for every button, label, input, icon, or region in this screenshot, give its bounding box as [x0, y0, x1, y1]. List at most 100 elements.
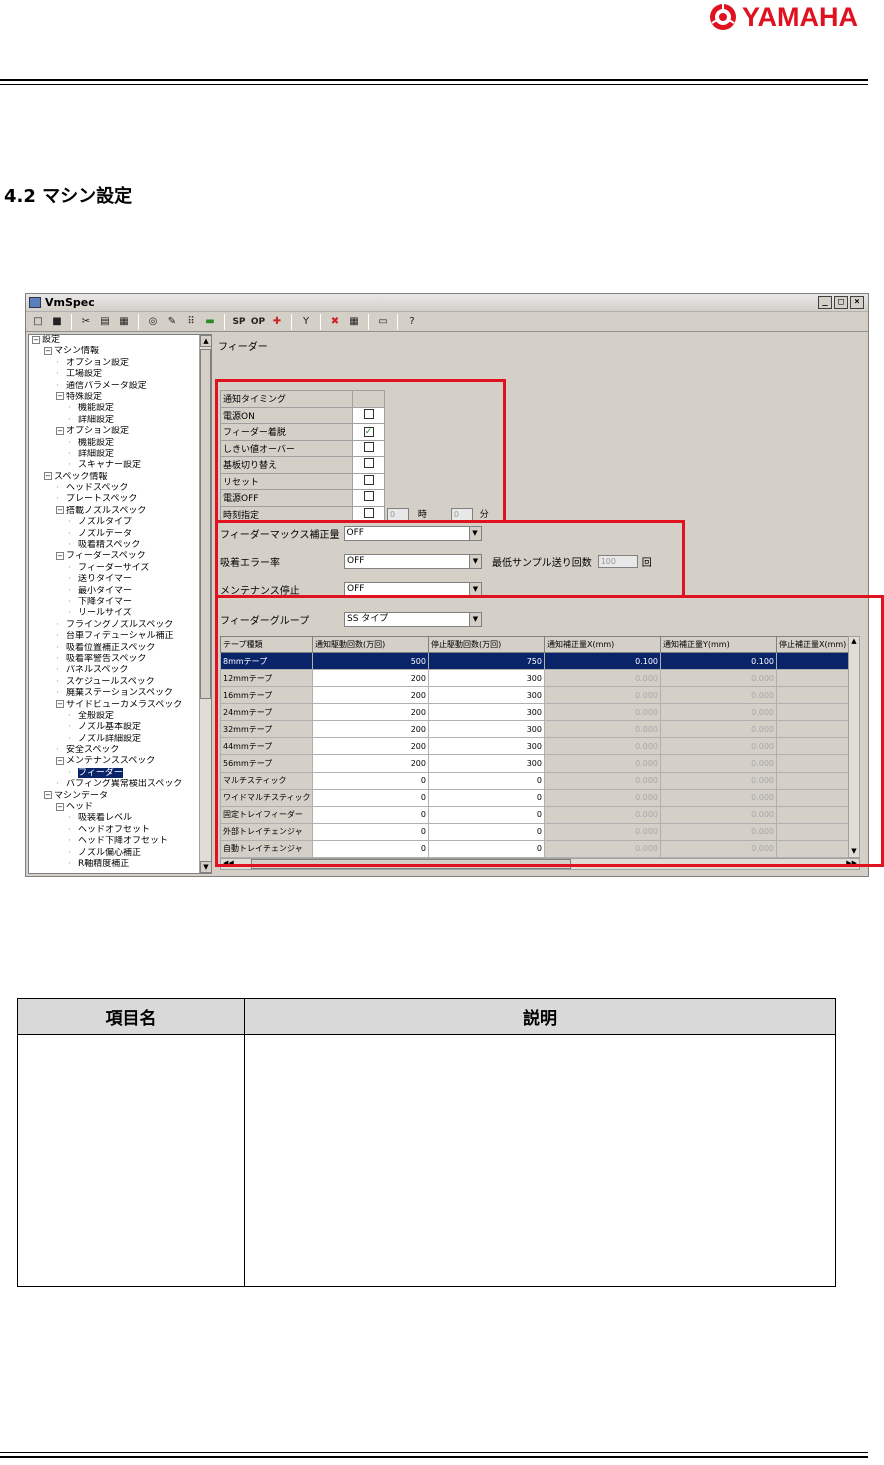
collapse-icon[interactable]: − [44, 791, 52, 800]
save-icon[interactable]: ■ [49, 314, 65, 330]
tree-item-label: フィーダースペック [66, 551, 146, 562]
settings-tree: − 設定 − マシン情報 · オプション設定 · 工場設定 · 通信パラメータ設定 − 特殊設定 · 機能… [28, 334, 212, 874]
tree-item[interactable]: · 工場設定 [29, 369, 211, 380]
collapse-icon[interactable]: − [56, 392, 64, 401]
tree-item[interactable]: · 機能設定 [29, 403, 211, 414]
tree-item[interactable]: − オプション設定 [29, 426, 211, 437]
target-icon[interactable]: ◎ [145, 314, 161, 330]
tree-item[interactable]: · フライングノズルスペック [29, 620, 211, 631]
close-button[interactable]: × [850, 296, 864, 309]
collapse-icon[interactable]: − [56, 506, 64, 515]
tree-scrollbar[interactable]: ▲ ▼ [199, 335, 211, 873]
tree-item[interactable]: · 台車フィデューシャル補正 [29, 631, 211, 642]
tree-item[interactable]: − 搭載ノズルスペック [29, 506, 211, 517]
collapse-icon[interactable]: − [56, 426, 64, 435]
tree-item[interactable]: · オプション設定 [29, 358, 211, 369]
tree-item-label: 詳細設定 [78, 414, 115, 425]
tree-item[interactable]: · 廃棄ステーションスペック [29, 688, 211, 699]
tree-item[interactable]: · スケジュールスペック [29, 677, 211, 688]
tree-item[interactable]: · ノズルデータ [29, 529, 211, 540]
settings-highlight [215, 520, 685, 598]
scroll-up-icon[interactable]: ▲ [200, 335, 211, 347]
tree-item[interactable]: · 詳細設定 [29, 415, 211, 426]
cut-icon[interactable]: ✂ [78, 314, 94, 330]
tree-item-label: ヘッド [66, 802, 94, 813]
paste-icon[interactable]: ▦ [116, 314, 132, 330]
tree-item[interactable]: · 吸着精スペック [29, 540, 211, 551]
tree-item-label: サイドビューカメラスペック [66, 699, 183, 710]
grid-icon[interactable]: ▦ [346, 314, 362, 330]
tree-item[interactable]: − メンテナンススペック [29, 756, 211, 767]
tree-item[interactable]: · パネルスペック [29, 665, 211, 676]
tree-item-label: スケジュールスペック [66, 676, 155, 687]
tree-item-label: 搭載ノズルスペック [66, 505, 147, 516]
tree-item[interactable]: · 安全スペック [29, 745, 211, 756]
tree-item[interactable]: · プレートスペック [29, 494, 211, 505]
tree-item-label: オプション設定 [66, 357, 130, 368]
collapse-icon[interactable]: − [56, 551, 64, 560]
collapse-icon[interactable]: − [56, 802, 64, 811]
scroll-down-icon[interactable]: ▼ [200, 861, 211, 873]
tree-item[interactable]: − 特殊設定 [29, 392, 211, 403]
item-name-cell [17, 1034, 245, 1287]
collapse-icon[interactable]: − [56, 700, 64, 708]
tree-item[interactable]: · 吸装着レベル [29, 813, 211, 824]
minimize-button[interactable]: _ [818, 296, 832, 309]
tree-item[interactable]: · ノズル詳細設定 [29, 734, 211, 745]
add-icon[interactable]: ✚ [269, 314, 285, 330]
tree-item[interactable]: · ヘッド下降オフセット [29, 836, 211, 847]
tree-item[interactable]: · リールサイズ [29, 608, 211, 619]
scroll-thumb[interactable] [200, 349, 211, 699]
tree-item[interactable]: · 通信パラメータ設定 [29, 381, 211, 392]
tree-item[interactable]: − スペック情報 [29, 472, 211, 483]
tree-item-label: 吸装着レベル [78, 813, 133, 824]
tree-item[interactable]: · 機能設定 [29, 438, 211, 449]
tree-item[interactable]: · フィーダー [29, 767, 211, 779]
frame-icon[interactable]: ▭ [375, 314, 391, 330]
toolbar: □ ■ ✂ ▤ ▦ ◎ ✎ ⠿ ▬ SP OP ✚ Y ✖ ▦ ▭ ? [26, 312, 868, 332]
tree-item[interactable]: · ノズル基本設定 [29, 722, 211, 733]
delete-icon[interactable]: ✖ [327, 314, 343, 330]
tree-item[interactable]: · 送りタイマー [29, 574, 211, 585]
tree-item[interactable]: − ヘッド [29, 802, 211, 813]
maximize-button[interactable]: □ [834, 296, 848, 309]
tree-item[interactable]: · 最小タイマー [29, 586, 211, 597]
tree-item[interactable]: · ヘッドスペック [29, 483, 211, 494]
tree-item[interactable]: · 吸着率警告スペック [29, 654, 211, 665]
tree-item-label: マシン情報 [54, 346, 100, 357]
collapse-icon[interactable]: − [32, 335, 40, 344]
brand-name: YAMAHA [742, 1, 859, 32]
collapse-icon[interactable]: − [44, 472, 52, 481]
tree-item[interactable]: · フィーダーサイズ [29, 563, 211, 574]
collapse-icon[interactable]: − [56, 756, 64, 765]
filter-icon[interactable]: Y [298, 314, 314, 330]
dots-icon[interactable]: ⠿ [183, 314, 199, 330]
description-header: 説明 [244, 998, 836, 1035]
grid-highlight [215, 595, 884, 867]
tree-item-label: 下降タイマー [78, 596, 133, 607]
help-icon[interactable]: ? [404, 314, 420, 330]
board-icon[interactable]: ▬ [202, 314, 218, 330]
tree-item[interactable]: · R軸精度補正 [29, 859, 211, 870]
tree-item[interactable]: · 吸着位置補正スペック [29, 643, 211, 654]
tree-item[interactable]: − サイドビューカメラスペック [29, 700, 211, 711]
tree-item[interactable]: · スキャナー設定 [29, 460, 211, 471]
tree-item[interactable]: − マシンデータ [29, 791, 211, 802]
tree-item[interactable]: · バフィング異常検出スペック [29, 779, 211, 790]
edit-icon[interactable]: ✎ [164, 314, 180, 330]
tree-item[interactable]: · 詳細設定 [29, 449, 211, 460]
tree-item[interactable]: · ノズル偏心補正 [29, 848, 211, 859]
tree-item-label: ヘッドスペック [66, 483, 129, 494]
tree-item[interactable]: · ノズルタイプ [29, 517, 211, 528]
copy-icon[interactable]: ▤ [97, 314, 113, 330]
tree-item[interactable]: · 下降タイマー [29, 597, 211, 608]
tree-item[interactable]: − フィーダースペック [29, 551, 211, 562]
op-button[interactable]: OP [250, 314, 266, 330]
new-icon[interactable]: □ [30, 314, 46, 330]
sp-button[interactable]: SP [231, 314, 247, 330]
tree-item[interactable]: − マシン情報 [29, 346, 211, 357]
tree-item[interactable]: · ヘッドオフセット [29, 825, 211, 836]
tree-item[interactable]: − 設定 [29, 335, 211, 346]
tree-item[interactable]: · 全般設定 [29, 711, 211, 722]
collapse-icon[interactable]: − [44, 346, 52, 355]
